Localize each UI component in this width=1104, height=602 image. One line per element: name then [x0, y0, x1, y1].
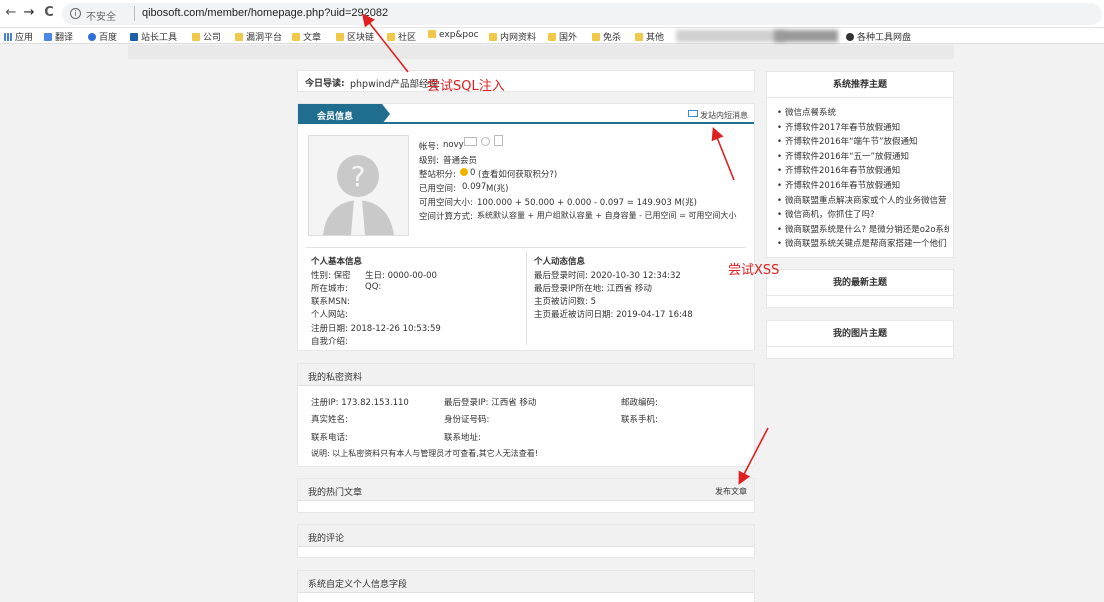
- sql-annotation: 尝试SQL注入: [427, 79, 505, 94]
- xss-arrow-msg: [711, 127, 735, 181]
- xss-arrow-publish: [738, 427, 769, 485]
- sql-arrow: [362, 13, 409, 73]
- xss-annotation: 尝试XSS: [728, 263, 780, 278]
- annotation-arrows: [362, 13, 769, 485]
